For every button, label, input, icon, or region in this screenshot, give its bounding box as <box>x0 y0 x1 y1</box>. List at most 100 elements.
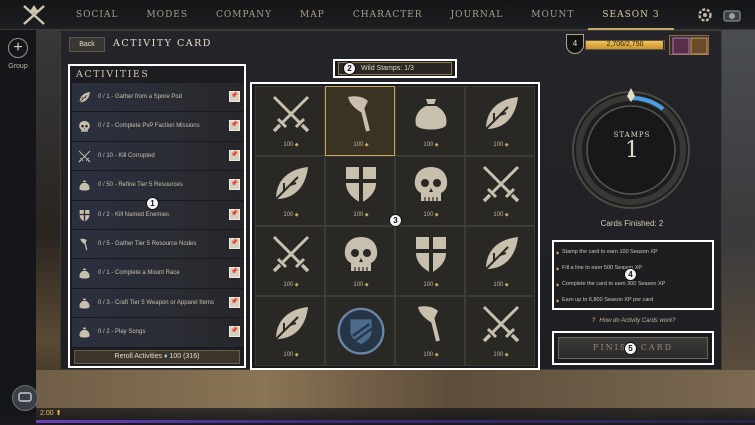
pin-icon[interactable]: 📌 <box>229 179 240 191</box>
activity-row[interactable]: 0 / 1 - Complete a Mount Race 📌 <box>72 259 244 289</box>
xp-diamond-icon: ◆ <box>363 282 369 288</box>
shield-icon <box>416 237 446 273</box>
cell-xp-number: 100 <box>423 352 434 358</box>
question-icon: ? <box>592 318 596 324</box>
pin-icon[interactable]: 📌 <box>229 267 240 279</box>
leaf-icon <box>485 237 518 270</box>
main-nav: SOCIAL MODES COMPANY MAP CHARACTER JOURNAL MOU… <box>62 0 674 30</box>
reroll-label: Reroll Activities <box>114 353 162 360</box>
activity-row[interactable]: 0 / 50 - Refine Tier 5 Resources 📌 <box>72 171 244 201</box>
stamp-cell-bag[interactable]: 100 ◆ <box>395 86 465 156</box>
stamp-cell-swords[interactable]: 100 ◆ <box>465 296 535 366</box>
nav-item-character[interactable]: CHARACTER <box>339 0 437 30</box>
chat-button[interactable] <box>12 385 38 411</box>
activity-row[interactable]: 0 / 3 - Craft Tier 5 Weapon or Apparel I… <box>72 288 244 319</box>
top-nav-bar: SOCIAL MODES COMPANY MAP CHARACTER JOURNAL MOU… <box>0 0 755 30</box>
activity-row[interactable]: 0 / 1 - Gather from a Spore Pod 📌 <box>72 83 244 113</box>
xp-diamond-icon: ◆ <box>433 212 439 218</box>
stamp-cell-leaf[interactable]: 100 ◆ <box>255 156 325 226</box>
xp-diamond-icon: ◆ <box>363 212 369 218</box>
cell-xp-number: 100 <box>283 212 294 218</box>
stamp-cell-axe[interactable]: 100 ◆ <box>395 296 465 366</box>
cell-xp-value: 100 ◆ <box>256 352 326 358</box>
nav-item-social[interactable]: SOCIAL <box>62 0 132 30</box>
cards-finished: Cards Finished: 2 <box>600 219 664 228</box>
help-link[interactable]: ? How do Activity Cards work? <box>592 318 675 324</box>
stamp-cell-swords[interactable]: 100 ◆ <box>255 226 325 296</box>
xp-diamond-icon: ◆ <box>293 282 299 288</box>
cell-xp-number: 100 <box>353 212 364 218</box>
game-logo-icon[interactable] <box>20 3 48 27</box>
nav-item-mount[interactable]: MOUNT <box>517 0 588 30</box>
help-text: How do Activity Cards work? <box>599 318 676 324</box>
activities-panel: ACTIVITIES 0 / 1 - Gather from a Spore P… <box>68 64 246 368</box>
gear-icon[interactable] <box>696 6 714 24</box>
nav-item-season-3[interactable]: SEASON 3 <box>588 0 674 30</box>
pin-icon[interactable]: 📌 <box>229 149 240 161</box>
rule-item: Earn up to 6,800 Season XP per card <box>556 297 653 303</box>
pin-icon[interactable]: 📌 <box>229 296 240 308</box>
wild-stamps-text: Wild Stamps: 1/3 <box>361 65 414 72</box>
xp-diamond-icon: ◆ <box>503 352 509 358</box>
reroll-activities-button[interactable]: Reroll Activities ♦ 100 (316) <box>74 350 240 364</box>
stamp-cell-leaf[interactable]: 100 ◆ <box>255 296 325 366</box>
rule-item: Complete the card to earn 300 Season XP <box>556 281 665 287</box>
nav-item-map[interactable]: MAP <box>286 0 339 30</box>
cell-xp-number: 100 <box>283 142 294 148</box>
stamp-cell-swords[interactable]: 100 ◆ <box>465 156 535 226</box>
activity-label: 0 / 2 - Complete PvP Faction Missions <box>98 123 200 130</box>
season-xp-bar: 2,706/2,750 <box>585 40 665 50</box>
activity-label: 0 / 1 - Gather from a Spore Pod <box>98 94 183 100</box>
camera-icon[interactable] <box>722 6 742 24</box>
cell-xp-number: 100 <box>493 352 504 358</box>
nav-item-modes[interactable]: MODES <box>132 0 202 30</box>
xp-diamond-icon: ◆ <box>293 212 299 218</box>
stamp-cell-leaf[interactable]: 100 ◆ <box>465 226 535 296</box>
cell-xp-value: 100 ◆ <box>326 282 396 288</box>
stamp-cell-swords[interactable]: 100 ◆ <box>255 86 325 156</box>
nav-item-journal[interactable]: JOURNAL <box>437 0 518 30</box>
pin-icon[interactable]: 📌 <box>229 91 240 102</box>
stamp-cell-skull[interactable]: 100 ◆ <box>395 156 465 226</box>
cell-xp-value: 100 ◆ <box>396 212 466 218</box>
leaf-icon <box>275 307 308 340</box>
add-group-button[interactable]: + <box>8 38 28 58</box>
pin-icon[interactable]: 📌 <box>229 208 240 220</box>
back-button[interactable]: Back <box>69 37 105 52</box>
axe-icon <box>348 96 370 132</box>
xp-diamond-icon: ◆ <box>503 212 509 218</box>
stamp-cell-shield[interactable]: 100 ◆ <box>395 226 465 296</box>
marker-3: 3 <box>389 214 402 227</box>
activity-row[interactable]: 0 / 10 - Kill Corrupted 📌 <box>72 141 244 172</box>
pin-icon[interactable]: 📌 <box>229 120 240 132</box>
nav-item-company[interactable]: COMPANY <box>202 0 286 30</box>
bag-icon <box>77 296 92 311</box>
bottom-xp-bar <box>36 420 755 423</box>
activity-row[interactable]: 0 / 5 - Gather Tier 5 Resource Nodes 📌 <box>72 229 244 260</box>
skull-icon <box>414 167 448 201</box>
activity-label: 0 / 10 - Kill Corrupted <box>98 152 155 159</box>
stamp-cell-axe[interactable]: 100 ◆ <box>325 86 395 156</box>
season-reward-preview[interactable] <box>669 35 709 55</box>
activity-row[interactable]: 0 / 2 - Complete PvP Faction Missions 📌 <box>72 112 244 142</box>
bag-icon <box>77 178 92 193</box>
stamp-cell-leaf[interactable]: 100 ◆ <box>465 86 535 156</box>
pin-icon[interactable]: 📌 <box>229 326 240 338</box>
marker-5: 5 <box>624 342 637 355</box>
stamp-cell-stamp[interactable] <box>325 296 395 366</box>
cell-xp-number: 100 <box>423 282 434 288</box>
swords-icon <box>272 95 310 133</box>
cell-xp-value: 100 ◆ <box>466 142 536 148</box>
stamp-cell-shield[interactable]: 100 ◆ <box>325 156 395 226</box>
page-title: ACTIVITY CARD <box>113 38 212 49</box>
axe-icon <box>418 306 440 342</box>
cell-xp-value: 100 ◆ <box>466 352 536 358</box>
activity-label: 0 / 1 - Complete a Mount Race <box>98 270 180 277</box>
cell-xp-number: 100 <box>423 142 434 148</box>
stamp-cell-skull[interactable]: 100 ◆ <box>325 226 395 296</box>
activity-row[interactable]: 0 / 2 - Play Songs 📌 <box>72 318 244 348</box>
bag-icon <box>415 99 447 130</box>
stamp-grid-frame: 100 ◆ 100 ◆ 100 ◆ 100 ◆ 100 ◆ 100 ◆ 100 ◆ 100 ◆… <box>250 82 540 370</box>
pin-icon[interactable]: 📌 <box>229 237 240 249</box>
rule-item: Stamp the card to earn 100 Season XP <box>556 249 658 255</box>
